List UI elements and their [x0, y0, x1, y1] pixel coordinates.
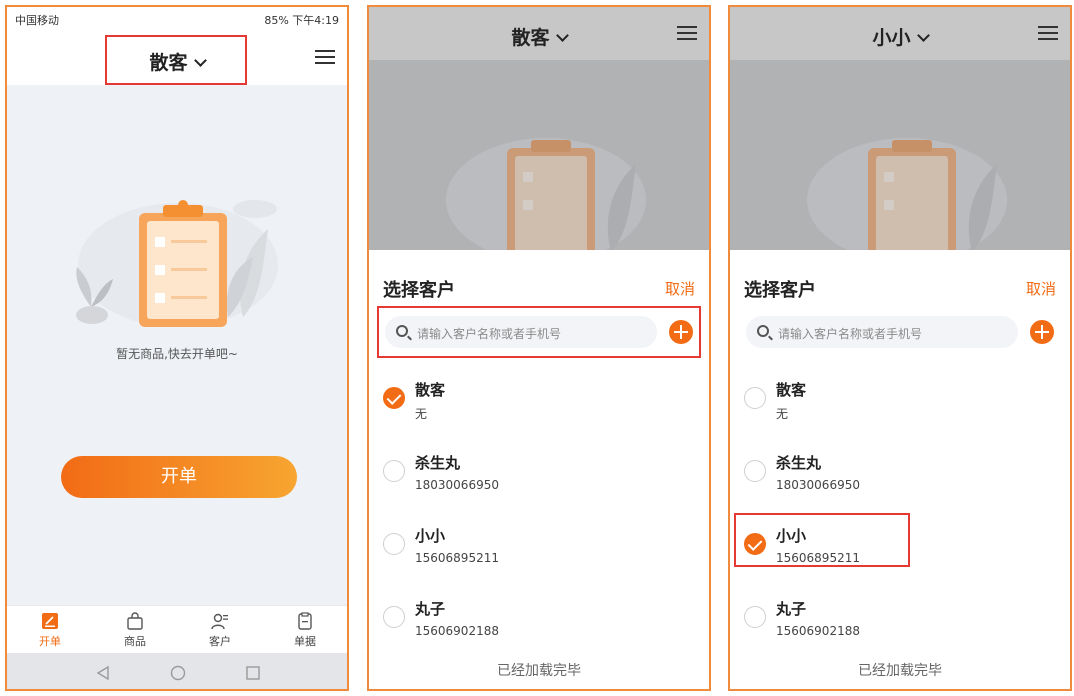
search-placeholder: 请输入客户名称或者手机号: [417, 327, 562, 341]
document-icon: [298, 612, 312, 630]
customer-title-button[interactable]: 散客: [369, 23, 709, 50]
bottom-tab-bar: 开单 商品 客户 单据: [7, 605, 347, 653]
tab-open-order[interactable]: 开单: [20, 612, 80, 649]
menu-icon[interactable]: [677, 24, 699, 42]
add-customer-button[interactable]: [1030, 320, 1054, 344]
search-input[interactable]: 请输入客户名称或者手机号: [746, 316, 1018, 348]
search-placeholder: 请输入客户名称或者手机号: [778, 327, 923, 341]
customer-phone: 18030066950: [776, 478, 860, 492]
menu-icon[interactable]: [315, 48, 337, 66]
empty-cart-text: 暂无商品,快去开单吧~: [116, 347, 238, 361]
list-end-text: 已经加载完毕: [497, 663, 581, 679]
customer-title: 散客: [149, 52, 188, 74]
chevron-down-icon: [916, 29, 930, 42]
radio-unchecked-icon[interactable]: [744, 460, 766, 482]
search-highlight: 请输入客户名称或者手机号: [377, 306, 701, 358]
open-order-button[interactable]: 开单: [61, 456, 297, 498]
open-order-icon: [42, 613, 58, 629]
search-input[interactable]: 请输入客户名称或者手机号: [385, 316, 657, 348]
customer-row[interactable]: 小小 15606895211: [369, 513, 709, 581]
header: 小小: [730, 7, 1070, 60]
customer-title-button[interactable]: 小小: [730, 23, 1070, 50]
customer-row[interactable]: 小小 15606895211: [730, 513, 1070, 581]
customer-picker-sheet: 选择客户 取消 请输入客户名称或者手机号 散客 无 杀生丸 1803006695…: [730, 250, 1070, 689]
customer-name: 散客: [776, 381, 807, 399]
customer-phone: 18030066950: [415, 478, 499, 492]
phone-panel-customer-selected: 小小 选择客户 取消 请输入客户名称或者手机号 散客 无 杀生丸 1803006…: [728, 5, 1072, 691]
customer-row[interactable]: 杀生丸 18030066950: [730, 440, 1070, 508]
customer-title: 散客: [511, 27, 550, 49]
add-customer-button[interactable]: [669, 320, 693, 344]
search-bar: 请输入客户名称或者手机号: [738, 306, 1062, 358]
chevron-down-icon: [555, 29, 569, 42]
empty-clipboard-illustration: [76, 200, 278, 327]
customer-name: 杀生丸: [776, 454, 822, 472]
empty-clipboard-illustration: [446, 138, 646, 250]
radio-unchecked-icon[interactable]: [383, 460, 405, 482]
cancel-button[interactable]: 取消: [1026, 278, 1056, 299]
customer-phone: 无: [776, 407, 789, 421]
radio-unchecked-icon[interactable]: [744, 606, 766, 628]
radio-unchecked-icon[interactable]: [383, 533, 405, 555]
customer-row[interactable]: 丸子 15606902188: [369, 586, 709, 654]
home-icon[interactable]: [170, 665, 186, 681]
tab-documents[interactable]: 单据: [275, 612, 335, 649]
status-right: 85% 下午4:19: [264, 14, 339, 27]
tab-label: 商品: [124, 635, 146, 648]
recents-icon[interactable]: [245, 665, 261, 681]
phone-panel-home: 中国移动 85% 下午4:19 散客 暂无商品,快去开单吧~ 开单 开单 商品 …: [5, 5, 349, 691]
system-nav-bar: [7, 653, 347, 689]
radio-unchecked-icon[interactable]: [383, 606, 405, 628]
cancel-button[interactable]: 取消: [665, 278, 695, 299]
tab-label: 开单: [39, 635, 61, 648]
customer-name: 杀生丸: [415, 454, 461, 472]
customer-title: 小小: [872, 27, 911, 49]
menu-icon[interactable]: [1038, 24, 1060, 42]
carrier-label: 中国移动: [15, 14, 59, 27]
customer-name: 丸子: [776, 600, 807, 618]
customer-phone: 15606895211: [776, 551, 860, 565]
customer-row[interactable]: 丸子 15606902188: [730, 586, 1070, 654]
back-icon[interactable]: [95, 665, 111, 681]
search-icon: [757, 325, 769, 337]
customer-phone: 15606895211: [415, 551, 499, 565]
customer-name: 小小: [776, 527, 807, 545]
customer-icon: [211, 613, 228, 630]
customer-row[interactable]: 散客 无: [730, 367, 1070, 435]
tab-customers[interactable]: 客户: [190, 612, 250, 649]
empty-clipboard-illustration: [807, 138, 1007, 250]
header: 散客: [7, 29, 347, 85]
customer-name: 小小: [415, 527, 446, 545]
phone-panel-select-customer: 散客 选择客户 取消 请输入客户名称或者手机号 散客 无 杀生丸 1803006…: [367, 5, 711, 691]
customer-phone: 无: [415, 407, 428, 421]
customer-row[interactable]: 散客 无: [369, 367, 709, 435]
radio-unchecked-icon[interactable]: [744, 387, 766, 409]
chevron-down-icon: [193, 54, 207, 67]
screenshot-stage: 中国移动 85% 下午4:19 散客 暂无商品,快去开单吧~ 开单 开单 商品 …: [0, 0, 1074, 696]
dimmed-overlay[interactable]: [369, 60, 709, 250]
tab-products[interactable]: 商品: [105, 612, 165, 649]
tab-label: 客户: [209, 635, 231, 648]
customer-name: 丸子: [415, 600, 446, 618]
radio-checked-icon[interactable]: [383, 387, 405, 409]
status-bar: 中国移动 85% 下午4:19: [7, 7, 347, 29]
customer-title-button[interactable]: 散客: [7, 48, 347, 75]
search-icon: [396, 325, 408, 337]
customer-picker-sheet: 选择客户 取消 请输入客户名称或者手机号 散客 无 杀生丸 1803006695…: [369, 250, 709, 689]
header: 散客: [369, 7, 709, 60]
tab-label: 单据: [294, 635, 316, 648]
customer-phone: 15606902188: [776, 624, 860, 638]
dimmed-overlay[interactable]: [730, 60, 1070, 250]
radio-checked-icon[interactable]: [744, 533, 766, 555]
sheet-title: 选择客户: [744, 280, 816, 301]
customer-row[interactable]: 杀生丸 18030066950: [369, 440, 709, 508]
customer-phone: 15606902188: [415, 624, 499, 638]
sheet-title: 选择客户: [383, 280, 455, 301]
customer-name: 散客: [415, 381, 446, 399]
list-end-text: 已经加载完毕: [858, 663, 942, 679]
bag-icon: [127, 612, 143, 630]
